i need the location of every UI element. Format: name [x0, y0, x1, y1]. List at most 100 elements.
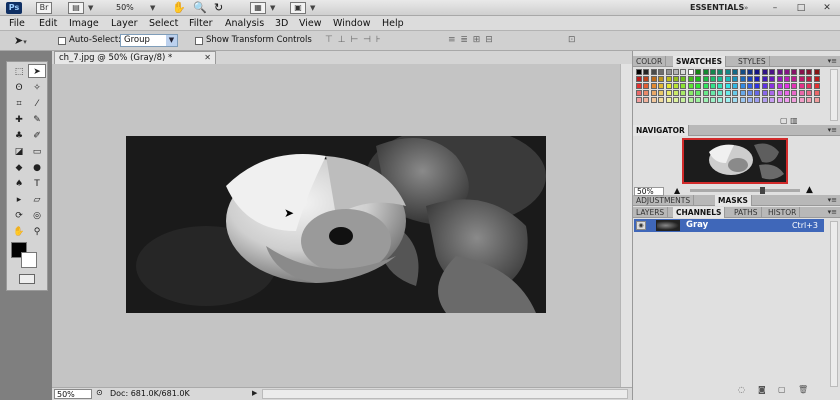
- color-swatch[interactable]: [784, 76, 790, 82]
- color-swatch[interactable]: [798, 97, 805, 103]
- slider-thumb[interactable]: [760, 187, 765, 194]
- color-swatch[interactable]: [673, 76, 679, 82]
- eraser-tool-icon[interactable]: ◪: [10, 145, 28, 159]
- color-swatch[interactable]: [710, 97, 716, 103]
- path-selection-icon[interactable]: ▸: [10, 193, 28, 207]
- color-swatch[interactable]: [806, 69, 813, 75]
- color-swatch[interactable]: [732, 69, 739, 75]
- 3d-rotate-icon[interactable]: ⟳: [10, 209, 28, 223]
- color-swatch[interactable]: [665, 90, 672, 96]
- color-swatch[interactable]: [776, 83, 783, 89]
- color-swatch[interactable]: [680, 76, 687, 82]
- color-swatch[interactable]: [724, 69, 731, 75]
- maximize-icon[interactable]: □: [796, 3, 806, 13]
- color-swatch[interactable]: [813, 83, 820, 89]
- tab-paths[interactable]: PATHS: [731, 207, 762, 218]
- color-swatch[interactable]: [747, 69, 753, 75]
- color-swatch[interactable]: [806, 76, 813, 82]
- color-swatch[interactable]: [784, 97, 790, 103]
- color-swatch[interactable]: [636, 76, 642, 82]
- align-buttons-icon[interactable]: ⊤ ⊥ ⊢ ⊣ ⊦: [325, 35, 382, 45]
- color-swatch[interactable]: [673, 90, 679, 96]
- swatches-scrollbar[interactable]: [830, 69, 838, 121]
- color-swatch[interactable]: [761, 69, 768, 75]
- color-swatch[interactable]: [717, 97, 724, 103]
- color-swatch[interactable]: [680, 69, 687, 75]
- magic-wand-icon[interactable]: ✧: [28, 81, 46, 95]
- color-swatch[interactable]: [791, 97, 798, 103]
- healing-brush-icon[interactable]: ✚: [10, 113, 28, 127]
- minimize-icon[interactable]: –: [770, 3, 780, 13]
- color-swatch[interactable]: [739, 76, 746, 82]
- color-swatch[interactable]: [650, 90, 657, 96]
- color-swatch[interactable]: [791, 76, 798, 82]
- load-selection-icon[interactable]: ◌: [738, 385, 745, 394]
- color-swatch[interactable]: [636, 69, 642, 75]
- color-swatch[interactable]: [724, 97, 731, 103]
- quick-mask-icon[interactable]: [19, 274, 35, 284]
- shape-tool-icon[interactable]: ▱: [28, 193, 46, 207]
- menu-filter[interactable]: Filter: [189, 16, 213, 31]
- color-swatch[interactable]: [769, 69, 776, 75]
- status-info-icon[interactable]: ⊙: [96, 388, 103, 397]
- color-swatch[interactable]: [776, 69, 783, 75]
- tab-color[interactable]: COLOR: [633, 56, 667, 67]
- menu-view[interactable]: View: [299, 16, 322, 31]
- color-swatch[interactable]: [717, 83, 724, 89]
- color-swatch[interactable]: [636, 83, 642, 89]
- color-swatch[interactable]: [776, 76, 783, 82]
- tab-navigator[interactable]: NAVIGATOR: [633, 125, 689, 136]
- color-swatch[interactable]: [754, 90, 761, 96]
- color-swatch[interactable]: [798, 90, 805, 96]
- close-icon[interactable]: ✕: [204, 52, 211, 64]
- chevron-down-icon[interactable]: ▼: [310, 4, 315, 12]
- color-swatch[interactable]: [761, 76, 768, 82]
- distribute-buttons-icon[interactable]: ≡ ≣ ⊞ ⊟: [448, 35, 494, 45]
- color-swatch[interactable]: [724, 90, 731, 96]
- color-swatch[interactable]: [650, 97, 657, 103]
- color-swatch[interactable]: [739, 97, 746, 103]
- color-swatch[interactable]: [732, 97, 739, 103]
- color-swatch[interactable]: [761, 83, 768, 89]
- color-swatch[interactable]: [673, 97, 679, 103]
- color-swatch[interactable]: [813, 69, 820, 75]
- color-swatch[interactable]: [643, 69, 650, 75]
- menu-image[interactable]: Image: [69, 16, 99, 31]
- color-swatch[interactable]: [687, 97, 694, 103]
- gradient-tool-icon[interactable]: ▭: [28, 145, 46, 159]
- color-swatch[interactable]: [813, 97, 820, 103]
- move-tool-icon[interactable]: ➤: [28, 64, 46, 78]
- color-swatch[interactable]: [658, 69, 665, 75]
- color-swatch[interactable]: [747, 97, 753, 103]
- chevron-double-icon[interactable]: »: [744, 4, 748, 12]
- color-swatch[interactable]: [702, 69, 709, 75]
- menu-window[interactable]: Window: [333, 16, 370, 31]
- dodge-tool-icon[interactable]: ●: [28, 161, 46, 175]
- rotate-view-icon[interactable]: ↻: [214, 1, 223, 14]
- hand-tool-icon[interactable]: ✋: [172, 1, 186, 14]
- color-swatch[interactable]: [658, 90, 665, 96]
- color-swatch[interactable]: [687, 69, 694, 75]
- auto-select-dropdown[interactable]: Group ▼: [120, 34, 178, 47]
- color-swatch[interactable]: [717, 90, 724, 96]
- view-extras-icon[interactable]: ▤: [68, 2, 84, 14]
- clone-stamp-icon[interactable]: ♣: [10, 129, 28, 143]
- color-swatch[interactable]: [724, 83, 731, 89]
- zoom-tool-icon[interactable]: ⚲: [28, 225, 46, 239]
- color-swatch[interactable]: [724, 76, 731, 82]
- pen-tool-icon[interactable]: ♠: [10, 177, 28, 191]
- color-swatch[interactable]: [636, 90, 642, 96]
- color-swatch[interactable]: [776, 90, 783, 96]
- show-transform-checkbox[interactable]: [195, 37, 203, 45]
- color-swatch[interactable]: [643, 90, 650, 96]
- color-swatch[interactable]: [769, 83, 776, 89]
- color-swatch[interactable]: [665, 76, 672, 82]
- hand-tool-icon[interactable]: ✋: [10, 225, 28, 239]
- color-swatch[interactable]: [710, 83, 716, 89]
- new-swatch-icon[interactable]: ▢ ▥: [780, 116, 798, 125]
- navigator-zoom-slider[interactable]: [690, 187, 800, 194]
- color-swatch[interactable]: [806, 97, 813, 103]
- tab-layers[interactable]: LAYERS: [633, 207, 669, 218]
- color-swatch[interactable]: [710, 69, 716, 75]
- auto-align-icon[interactable]: ⊡: [568, 35, 577, 45]
